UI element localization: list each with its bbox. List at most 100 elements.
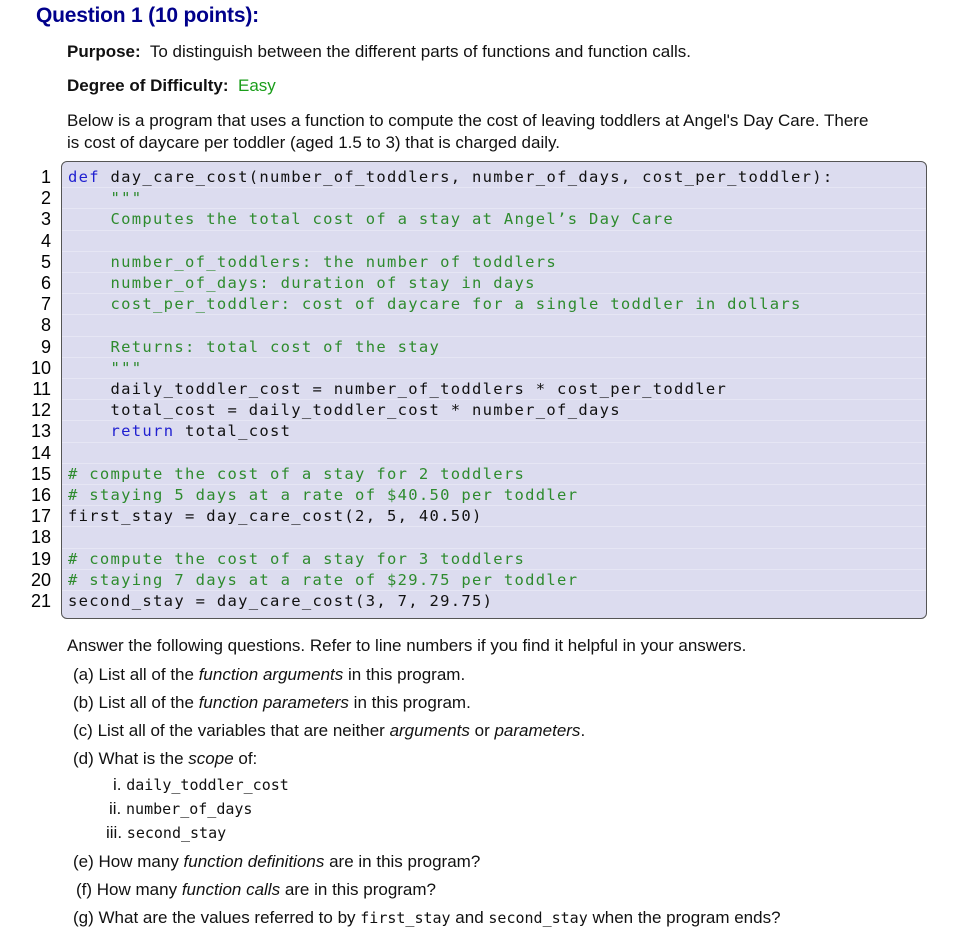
question-c-emphasis: arguments [389,721,470,740]
question-title: Question 1 (10 points): [36,4,259,27]
code-keyword: return [110,422,175,441]
line-number: 9 [40,336,51,357]
difficulty-label: Degree of Difficulty: [67,76,229,95]
line-number: 17 [30,506,51,527]
code-string-or-comment: Computes the total cost of a stay at Ang… [68,210,675,229]
question-c: (c) List all of the variables that are n… [73,720,585,742]
question-g-code-1: first_stay [360,909,451,927]
code-text: daily_toddler_cost = number_of_toddlers … [68,380,728,398]
question-b-label: (b) [73,693,94,712]
question-d-iii: iii. second_stay [106,822,226,844]
question-f-emphasis: function calls [181,880,281,899]
line-number: 19 [30,548,51,569]
code-string-or-comment: cost_per_toddler: cost of daycare for a … [68,295,802,314]
question-d-emphasis: scope [188,749,234,768]
line-number: 14 [30,442,51,463]
question-d-i-code: daily_toddler_cost [126,776,289,794]
row-separator [62,187,926,189]
code-string-or-comment: number_of_days: duration of stay in days [68,274,536,292]
line-number: 3 [40,209,51,230]
line-number: 11 [32,379,51,399]
question-e-text-end: are in this program? [324,852,481,871]
code-line: cost_per_toddler: cost of daycare for a … [68,294,802,315]
code-string-or-comment: # staying 7 days at a rate of $29.75 per… [68,570,579,589]
line-number: 10 [30,357,51,378]
code-text: total_cost [174,422,292,441]
question-f-text-end: are in this program? [280,880,436,899]
question-d-i: i. daily_toddler_cost [113,774,289,796]
line-number: 12 [30,400,51,421]
line-number: 6 [40,273,51,293]
row-separator [62,526,926,528]
instructions: Answer the following questions. Refer to… [67,636,747,655]
question-d-ii-code: number_of_days [126,800,253,818]
question-g-code-2: second_stay [488,909,588,927]
line-number: 16 [30,485,51,505]
question-g-text: What are the values referred to by [98,908,361,927]
question-d-ii-label: ii. [109,799,122,818]
code-text: second_stay = day_care_cost(3, 7, 29.75) [68,592,494,610]
line-number: 21 [30,591,51,611]
question-f-text: How many [96,880,182,899]
question-a-label: (a) [73,665,94,684]
question-f-label: (f) [76,880,93,899]
question-c-text-mid: or [469,721,495,740]
line-number: 2 [40,188,51,209]
row-separator [62,441,926,443]
code-string-or-comment: """ [68,189,143,208]
line-number: 7 [40,294,51,315]
line-number: 4 [40,230,51,251]
code-line: # staying 5 days at a rate of $40.50 per… [68,485,578,506]
line-number: 1 [40,167,51,187]
question-a-emphasis: function arguments [198,665,344,684]
question-d-text-end: of: [233,749,258,768]
row-separator [62,229,926,231]
code-string-or-comment: # compute the cost of a stay for 2 toddl… [68,464,526,483]
line-number: 18 [30,527,51,548]
purpose-text: To distinguish between the different par… [149,42,692,61]
question-b-text-end: in this program. [348,693,471,712]
question-a-text-end: in this program. [343,665,466,684]
question-c-text-end: . [580,721,586,740]
line-number: 13 [30,421,51,442]
question-d-text: What is the [98,749,189,768]
code-string-or-comment: number_of_toddlers: the number of toddle… [68,252,558,271]
difficulty: Degree of Difficulty: Easy [67,75,276,97]
question-d-iii-label: iii. [106,823,123,842]
question-c-text: List all of the variables that are neith… [97,721,390,740]
row-separator [62,356,926,358]
question-f: (f) How many function calls are in this … [76,879,436,901]
code-line: Computes the total cost of a stay at Ang… [68,209,674,230]
intro-line-2: is cost of daycare per toddler (aged 1.5… [67,133,560,152]
question-b-emphasis: function parameters [198,693,349,712]
code-text: total_cost = daily_toddler_cost * number… [68,401,621,420]
question-e-label: (e) [73,852,94,871]
question-g-text-mid: and [450,908,489,927]
question-g: (g) What are the values referred to by f… [73,907,781,929]
code-keyword: def [68,168,100,186]
code-line: # staying 7 days at a rate of $29.75 per… [68,570,578,591]
code-line: daily_toddler_cost = number_of_toddlers … [68,379,727,400]
code-line: """ [68,188,142,209]
intro-line-1: Below is a program that uses a function … [67,111,869,130]
code-string-or-comment: # staying 5 days at a rate of $40.50 per… [68,486,579,504]
code-line: return total_cost [68,421,291,442]
code-text: day_care_cost(number_of_toddlers, number… [99,168,834,186]
intro-paragraph: Below is a program that uses a function … [67,110,868,154]
line-number: 15 [30,463,51,484]
line-number: 5 [40,251,51,272]
code-line: # compute the cost of a stay for 3 toddl… [68,549,525,570]
question-d-ii: ii. number_of_days [109,798,252,820]
question-d-i-label: i. [113,775,122,794]
purpose-label: Purpose: [67,42,141,61]
code-line: # compute the cost of a stay for 2 toddl… [68,464,525,485]
line-number: 20 [30,569,51,590]
question-d-label: (d) [73,749,94,768]
question-b-text: List all of the [98,693,199,712]
code-line: """ [68,358,142,379]
code-string-or-comment: Returns: total cost of the stay [68,337,441,356]
code-line: second_stay = day_care_cost(3, 7, 29.75) [68,591,493,612]
question-g-text-end: when the program ends? [587,908,781,927]
code-line: Returns: total cost of the stay [68,337,440,358]
